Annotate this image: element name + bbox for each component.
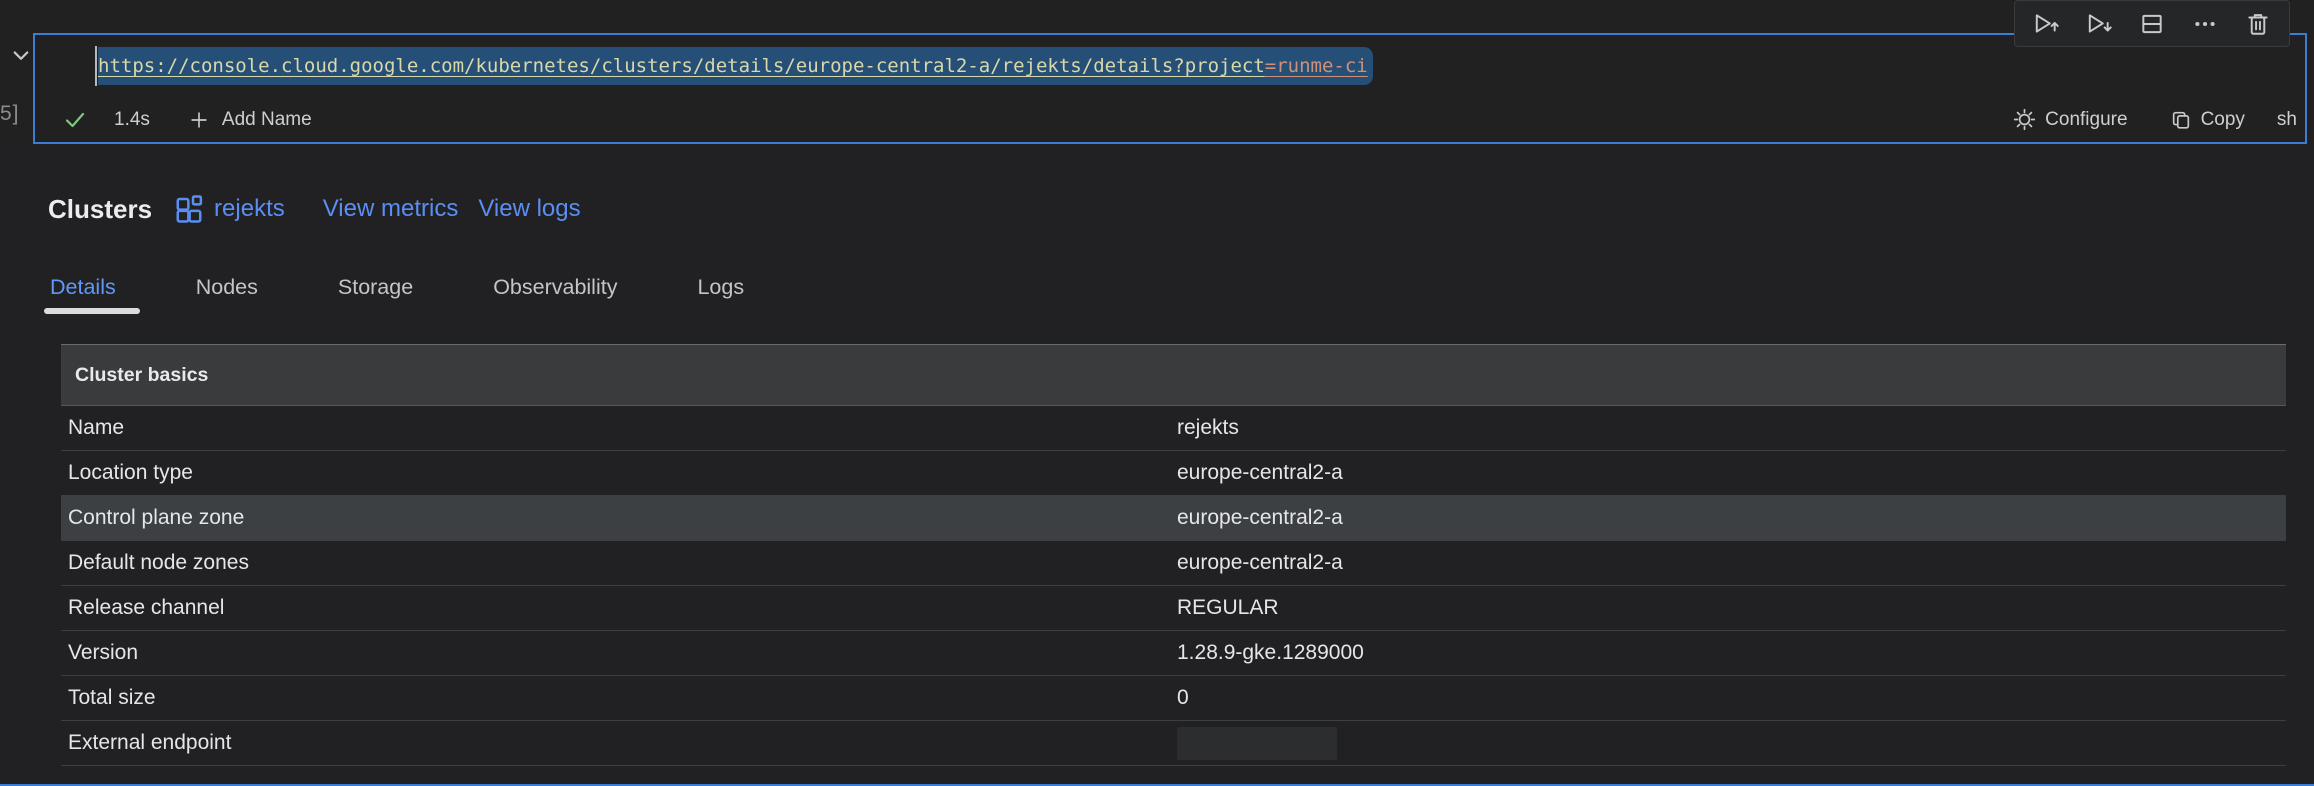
table-row: Total size 0 — [61, 676, 2286, 721]
table-row: Default node zones europe-central2-a — [61, 541, 2286, 586]
cluster-basics-table: Cluster basics Name rejekts Location typ… — [61, 344, 2286, 766]
table-row: Release channel REGULAR — [61, 586, 2286, 631]
table-section-header: Cluster basics — [61, 344, 2286, 406]
view-metrics-link[interactable]: View metrics — [323, 192, 459, 226]
run-cell-above-icon[interactable] — [2033, 11, 2059, 37]
tab-label: Observability — [493, 275, 617, 299]
row-label: External endpoint — [68, 731, 1177, 755]
delete-cell-icon[interactable] — [2245, 11, 2271, 37]
tab-label: Nodes — [196, 275, 258, 299]
row-value: europe-central2-a — [1177, 551, 2286, 575]
execution-count: 5] — [0, 102, 20, 126]
row-label: Version — [68, 641, 1177, 665]
table-row: Name rejekts — [61, 406, 2286, 451]
row-label: Release channel — [68, 596, 1177, 620]
row-value — [1177, 727, 2286, 760]
cluster-icon — [174, 194, 204, 224]
row-label: Total size — [68, 686, 1177, 710]
tab-bar: Details Nodes Storage Observability Logs — [0, 274, 2314, 314]
text-cursor — [95, 46, 97, 86]
more-actions-icon[interactable] — [2192, 11, 2218, 37]
active-tab-underline — [44, 308, 140, 314]
row-label: Name — [68, 416, 1177, 440]
gear-icon — [2013, 108, 2036, 131]
tab-nodes[interactable]: Nodes — [196, 274, 258, 314]
tab-label: Logs — [697, 275, 744, 299]
notebook-cell: https://console.cloud.google.com/kuberne… — [33, 33, 2307, 144]
success-check-icon — [63, 108, 87, 132]
table-rows: Name rejekts Location type europe-centra… — [61, 406, 2286, 766]
copy-icon — [2170, 109, 2192, 131]
cell-status-bar: 1.4s Add Name Configure — [35, 97, 2305, 142]
row-label: Location type — [68, 461, 1177, 485]
table-row: Version 1.28.9-gke.1289000 — [61, 631, 2286, 676]
row-value: 1.28.9-gke.1289000 — [1177, 641, 2286, 665]
row-value: europe-central2-a — [1177, 461, 2286, 485]
tab-observability[interactable]: Observability — [493, 274, 617, 314]
table-row: External endpoint — [61, 721, 2286, 766]
cell-code-line[interactable]: https://console.cloud.google.com/kuberne… — [35, 35, 2305, 97]
configure-button[interactable]: Configure — [2013, 108, 2127, 131]
tab-details[interactable]: Details — [50, 274, 116, 314]
view-logs-link[interactable]: View logs — [478, 192, 580, 226]
url-main-text: https://console.cloud.google.com/kuberne… — [98, 55, 1265, 77]
table-row: Control plane zone europe-central2-a — [61, 496, 2286, 541]
row-value: REGULAR — [1177, 596, 2286, 620]
page-title: Clusters — [48, 192, 152, 226]
cell-output-webview: Clusters rejekts View metrics View logs … — [0, 146, 2314, 786]
add-name-button[interactable]: Add Name — [188, 109, 312, 131]
copy-button[interactable]: Copy — [2170, 109, 2245, 131]
tab-logs[interactable]: Logs — [697, 274, 744, 314]
console-header: Clusters rejekts View metrics View logs — [0, 192, 2314, 226]
url-text-selected[interactable]: https://console.cloud.google.com/kuberne… — [98, 47, 1373, 85]
row-value: 0 — [1177, 686, 2286, 710]
run-cell-below-icon[interactable] — [2086, 11, 2112, 37]
section-title: Cluster basics — [75, 364, 208, 387]
value-loading-placeholder — [1177, 727, 1337, 760]
split-cell-icon[interactable] — [2139, 11, 2165, 37]
execution-duration: 1.4s — [114, 109, 150, 131]
cluster-name: rejekts — [214, 192, 285, 226]
tab-storage[interactable]: Storage — [338, 274, 413, 314]
tab-label: Details — [50, 275, 116, 299]
row-value: rejekts — [1177, 416, 2286, 440]
tab-label: Storage — [338, 275, 413, 299]
collapse-chevron-icon[interactable] — [6, 40, 36, 70]
plus-icon — [188, 109, 210, 131]
row-value: europe-central2-a — [1177, 506, 2286, 530]
row-label: Default node zones — [68, 551, 1177, 575]
cluster-link[interactable]: rejekts — [174, 192, 285, 226]
url-param-text: =runme-ci — [1265, 55, 1368, 77]
row-label: Control plane zone — [68, 506, 1177, 530]
cell-toolbar — [2014, 0, 2290, 47]
table-row: Location type europe-central2-a — [61, 451, 2286, 496]
language-picker[interactable]: sh — [2277, 109, 2297, 131]
